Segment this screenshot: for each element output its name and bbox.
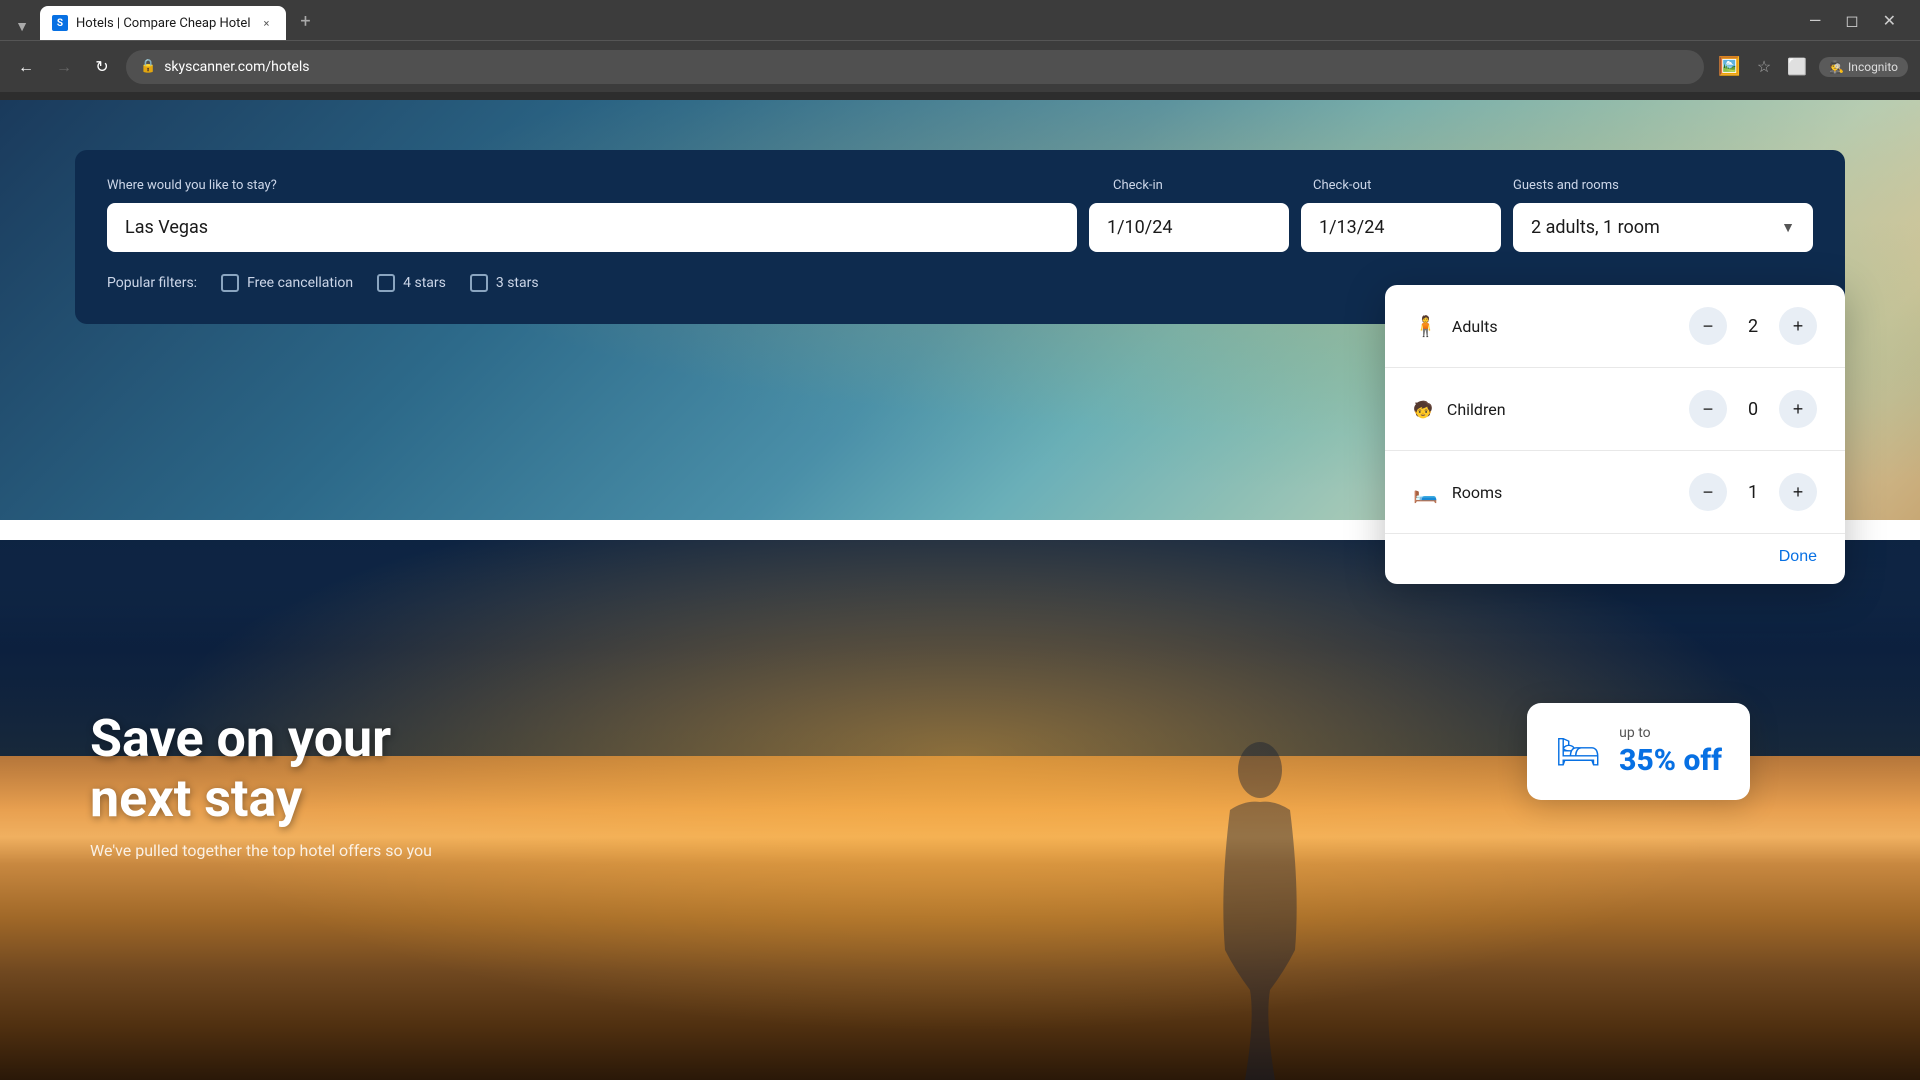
rooms-value: 1 bbox=[1741, 482, 1765, 503]
adults-stepper: − 2 + bbox=[1689, 307, 1817, 345]
rooms-decrement-button[interactable]: − bbox=[1689, 473, 1727, 511]
profile-icon[interactable]: ⬜ bbox=[1783, 53, 1811, 80]
person-silhouette bbox=[1200, 730, 1320, 1080]
guests-label: Guests and rooms bbox=[1513, 178, 1813, 193]
browser-tab-active[interactable]: S Hotels | Compare Cheap Hotel × bbox=[40, 6, 286, 40]
deal-card-bed-icon: 🛏 bbox=[1555, 731, 1601, 773]
adults-decrement-button[interactable]: − bbox=[1689, 307, 1727, 345]
children-row: 🧒 Children − 0 + bbox=[1385, 368, 1845, 451]
checkout-label: Check-out bbox=[1313, 178, 1513, 193]
star-icon[interactable]: ☆ bbox=[1753, 53, 1775, 80]
deal-card-text: up to 35% off bbox=[1619, 725, 1722, 778]
new-tab-button[interactable]: + bbox=[290, 6, 320, 36]
promo-section: Save on your next stay We've pulled toge… bbox=[0, 540, 1920, 1080]
lock-icon: 🔒 bbox=[140, 59, 156, 74]
browser-tabs: ▼ S Hotels | Compare Cheap Hotel × + bbox=[8, 0, 320, 40]
children-increment-button[interactable]: + bbox=[1779, 390, 1817, 428]
location-label: Where would you like to stay? bbox=[107, 178, 1113, 193]
promo-heading: Save on your next stay bbox=[90, 709, 432, 829]
forward-button[interactable]: → bbox=[50, 53, 78, 81]
promo-text-block: Save on your next stay We've pulled toge… bbox=[90, 709, 432, 860]
checkout-input[interactable]: 1/13/24 bbox=[1301, 203, 1501, 252]
tab-group-back[interactable]: ▼ bbox=[8, 12, 36, 40]
restore-button[interactable]: ◻ bbox=[1837, 7, 1866, 34]
checkin-label: Check-in bbox=[1113, 178, 1313, 193]
image-hidden-icon: 🖼️ bbox=[1714, 52, 1744, 81]
address-bar[interactable]: 🔒 skyscanner.com/hotels bbox=[126, 50, 1704, 84]
guests-input[interactable]: 2 adults, 1 room ▼ bbox=[1513, 203, 1813, 252]
dropdown-done-section: Done bbox=[1385, 534, 1845, 584]
adult-icon: 🧍 bbox=[1413, 314, 1438, 338]
promo-heading-line1: Save on your bbox=[90, 709, 432, 769]
guests-dropdown-arrow: ▼ bbox=[1781, 219, 1795, 236]
free-cancellation-checkbox[interactable] bbox=[221, 274, 239, 292]
adults-value: 2 bbox=[1741, 316, 1765, 337]
minimize-button[interactable]: — bbox=[1801, 7, 1830, 34]
checkin-input[interactable]: 1/10/24 bbox=[1089, 203, 1289, 252]
filter-free-cancellation[interactable]: Free cancellation bbox=[221, 274, 353, 292]
browser-chrome: ▼ S Hotels | Compare Cheap Hotel × + — ◻… bbox=[0, 0, 1920, 100]
promo-subtext: We've pulled together the top hotel offe… bbox=[90, 841, 432, 860]
rooms-row: 🛏️ Rooms − 1 + bbox=[1385, 451, 1845, 534]
adults-increment-button[interactable]: + bbox=[1779, 307, 1817, 345]
children-stepper: − 0 + bbox=[1689, 390, 1817, 428]
window-controls: — ◻ ✕ bbox=[1801, 7, 1904, 34]
toolbar-icons: 🖼️ ☆ ⬜ 🕵️ Incognito bbox=[1714, 52, 1908, 81]
promo-heading-line2: next stay bbox=[90, 769, 432, 829]
address-text: skyscanner.com/hotels bbox=[164, 59, 1690, 75]
location-input[interactable]: Las Vegas bbox=[107, 203, 1077, 252]
tab-favicon: S bbox=[52, 15, 68, 31]
close-button[interactable]: ✕ bbox=[1875, 7, 1904, 34]
incognito-badge: 🕵️ Incognito bbox=[1819, 57, 1908, 77]
guests-value: 2 adults, 1 room bbox=[1531, 217, 1660, 238]
page-content: Find a flight for less today Where would… bbox=[0, 100, 1920, 1080]
rooms-increment-button[interactable]: + bbox=[1779, 473, 1817, 511]
children-label: Children bbox=[1447, 400, 1689, 419]
rooms-label: Rooms bbox=[1452, 483, 1689, 502]
tab-title: Hotels | Compare Cheap Hotel bbox=[76, 16, 250, 31]
three-stars-checkbox[interactable] bbox=[470, 274, 488, 292]
incognito-icon: 🕵️ bbox=[1829, 60, 1844, 74]
tab-close-button[interactable]: × bbox=[258, 15, 274, 31]
search-labels: Where would you like to stay? Check-in C… bbox=[107, 178, 1813, 193]
filters-label: Popular filters: bbox=[107, 275, 197, 291]
incognito-label: Incognito bbox=[1848, 60, 1898, 74]
free-cancellation-label: Free cancellation bbox=[247, 275, 353, 291]
deal-discount-value: 35% off bbox=[1619, 743, 1722, 778]
back-button[interactable]: ← bbox=[12, 53, 40, 81]
rooms-stepper: − 1 + bbox=[1689, 473, 1817, 511]
reload-button[interactable]: ↻ bbox=[88, 53, 116, 81]
guests-dropdown-panel: 🧍 Adults − 2 + 🧒 Children − 0 + 🛏️ Rooms… bbox=[1385, 285, 1845, 584]
three-stars-label: 3 stars bbox=[496, 275, 539, 291]
done-button[interactable]: Done bbox=[1779, 548, 1817, 566]
browser-toolbar: ← → ↻ 🔒 skyscanner.com/hotels 🖼️ ☆ ⬜ 🕵️ … bbox=[0, 40, 1920, 92]
filter-three-stars[interactable]: 3 stars bbox=[470, 274, 539, 292]
children-decrement-button[interactable]: − bbox=[1689, 390, 1727, 428]
deal-upto-label: up to bbox=[1619, 725, 1722, 741]
search-fields: Las Vegas 1/10/24 1/13/24 2 adults, 1 ro… bbox=[107, 203, 1813, 252]
room-icon: 🛏️ bbox=[1413, 480, 1438, 504]
deal-card: 🛏 up to 35% off bbox=[1527, 703, 1750, 800]
browser-titlebar: ▼ S Hotels | Compare Cheap Hotel × + — ◻… bbox=[0, 0, 1920, 40]
four-stars-label: 4 stars bbox=[403, 275, 446, 291]
child-icon: 🧒 bbox=[1413, 400, 1433, 419]
adults-label: Adults bbox=[1452, 317, 1689, 336]
children-value: 0 bbox=[1741, 399, 1765, 420]
adults-row: 🧍 Adults − 2 + bbox=[1385, 285, 1845, 368]
filter-four-stars[interactable]: 4 stars bbox=[377, 274, 446, 292]
four-stars-checkbox[interactable] bbox=[377, 274, 395, 292]
